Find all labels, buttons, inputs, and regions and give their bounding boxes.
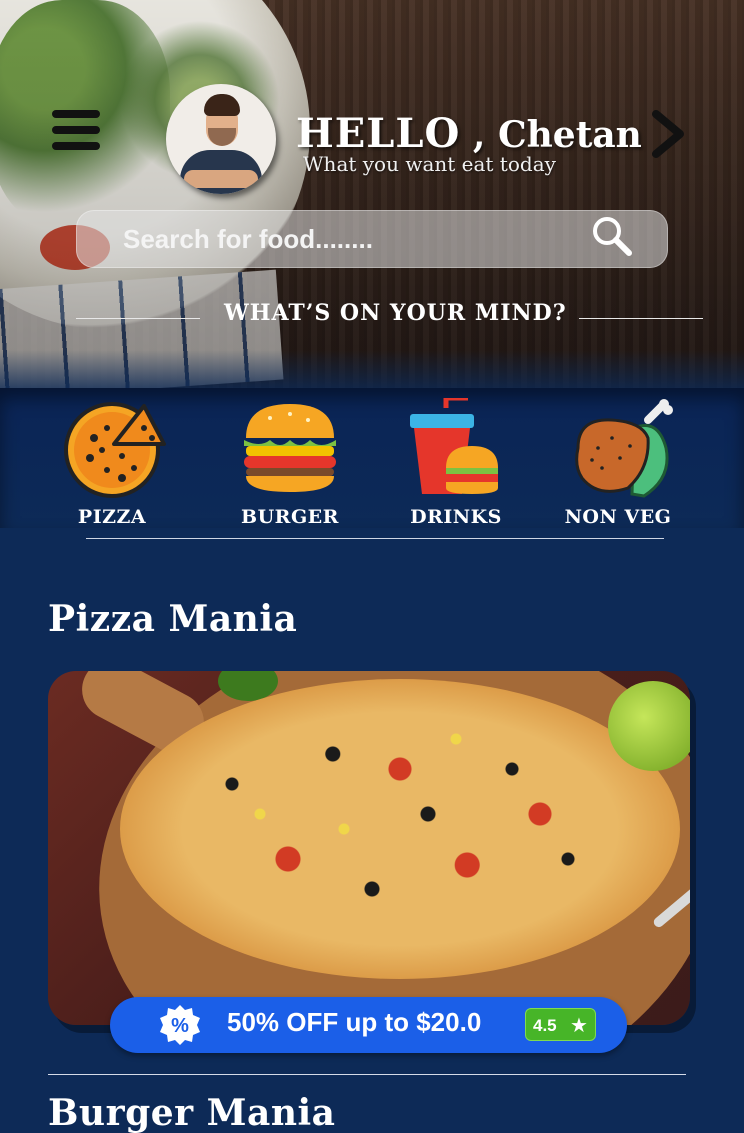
drinks-icon [410, 398, 498, 494]
chevron-right-icon[interactable] [648, 110, 688, 158]
svg-text:%: % [171, 1015, 189, 1037]
discount-badge-icon: % [160, 1005, 200, 1045]
offer-text: 50% OFF up to $20.0 [227, 1007, 482, 1037]
rating-badge: 4.5 ★ [525, 1008, 596, 1041]
pizza-image [120, 679, 680, 979]
greeting-heading: HELLO , Chetan [296, 110, 642, 157]
category-label: NON VEG [564, 506, 672, 528]
search-input[interactable] [123, 211, 573, 267]
category-drinks[interactable]: DRINKS [386, 396, 526, 536]
category-non-veg[interactable]: NON VEG [548, 396, 688, 536]
search-bar[interactable] [76, 210, 668, 268]
hamburger-menu-icon[interactable] [52, 110, 100, 152]
mind-section-title: WHAT’S ON YOUR MIND? [224, 300, 567, 326]
category-label: PIZZA [77, 506, 147, 528]
mind-section-header: WHAT’S ON YOUR MIND? [76, 296, 703, 336]
avatar[interactable] [166, 84, 276, 194]
greeting-hello: HELLO [296, 110, 461, 157]
section-title-pizza-mania: Pizza Mania [48, 598, 298, 640]
divider-line [86, 538, 664, 539]
greeting-subtitle: What you want eat today [303, 152, 556, 176]
category-burger[interactable]: BURGER [220, 396, 360, 536]
pizza-promo-card[interactable] [48, 671, 690, 1025]
offer-pill[interactable]: % 50% OFF up to $20.0 4.5 ★ [110, 997, 627, 1053]
divider-line [76, 318, 200, 319]
category-pizza[interactable]: PIZZA [42, 396, 182, 536]
chicken-leg-icon [575, 399, 673, 498]
user-name: Chetan [497, 114, 642, 156]
search-icon[interactable] [590, 214, 634, 258]
burger-icon [244, 404, 336, 492]
pepper-decoration [608, 681, 690, 771]
section-title-burger-mania: Burger Mania [48, 1092, 336, 1133]
category-label: BURGER [241, 506, 339, 528]
star-icon: ★ [570, 1013, 588, 1037]
header-fade [0, 350, 744, 390]
divider-line [579, 318, 703, 319]
pizza-icon [64, 402, 166, 498]
category-label: DRINKS [410, 506, 502, 528]
divider-line [48, 1074, 686, 1075]
greeting-comma: , [460, 114, 498, 156]
rating-value: 4.5 [533, 1016, 557, 1035]
